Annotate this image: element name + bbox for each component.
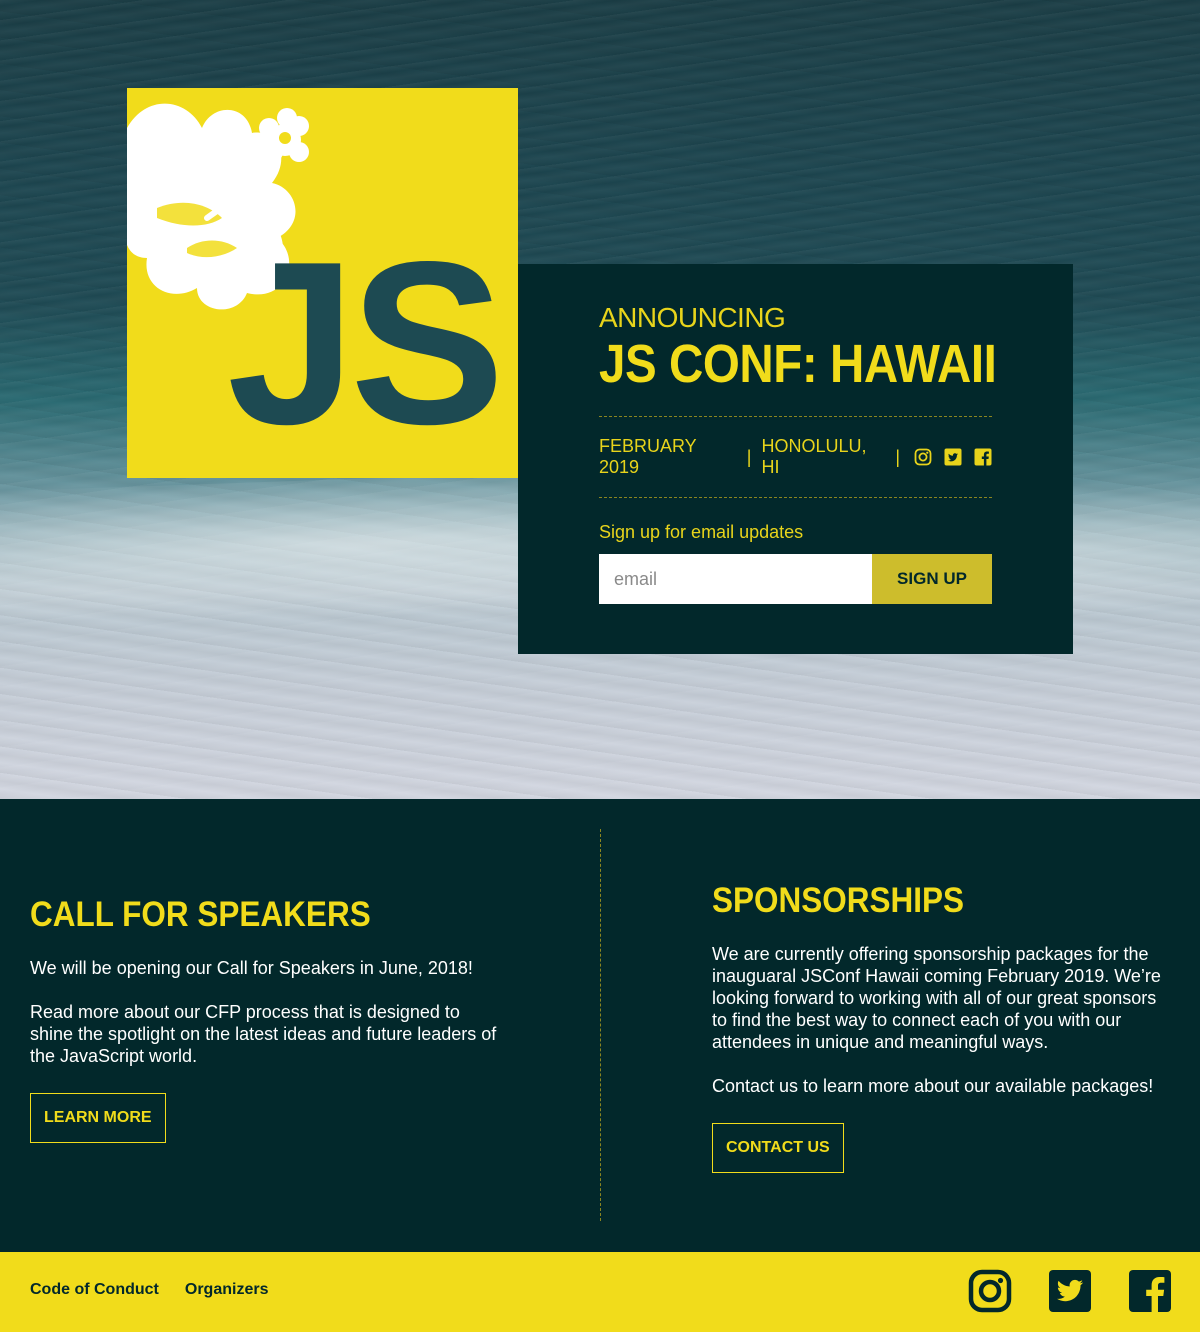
logo-js-letters: JS xyxy=(227,214,505,473)
facebook-icon[interactable] xyxy=(1128,1269,1172,1313)
jsconf-logo: JS xyxy=(127,88,518,478)
learn-more-button[interactable]: LEARN MORE xyxy=(30,1093,166,1143)
speakers-text-1: We will be opening our Call for Speakers… xyxy=(30,958,473,978)
twitter-icon[interactable] xyxy=(1048,1269,1092,1313)
organizers-link[interactable]: Organizers xyxy=(185,1281,269,1299)
instagram-icon[interactable] xyxy=(968,1269,1012,1313)
event-location: HONOLULU, HI xyxy=(761,436,867,477)
signup-form: SIGN UP xyxy=(599,554,992,604)
sponsorships-text-2: Contact us to learn more about our avail… xyxy=(712,1076,1154,1096)
signup-label: Sign up for email updates xyxy=(599,522,804,542)
twitter-icon[interactable] xyxy=(944,448,962,466)
email-input[interactable] xyxy=(599,554,872,604)
sponsorships-text-1: We are currently offering sponsorship pa… xyxy=(712,944,1161,1052)
speakers-text-2: Read more about our CFP process that is … xyxy=(30,1002,497,1066)
sign-up-button[interactable]: SIGN UP xyxy=(872,554,992,604)
announce-kicker: ANNOUNCING xyxy=(599,302,786,333)
call-for-speakers: CALL FOR SPEAKERS We will be opening our… xyxy=(30,895,500,1143)
meta-separator: | xyxy=(895,446,900,467)
contact-us-button[interactable]: CONTACT US xyxy=(712,1123,844,1173)
footer-nav: Code of Conduct Organizers xyxy=(30,1281,268,1299)
event-date: FEBRUARY 2019 xyxy=(599,436,697,477)
event-meta: FEBRUARY 2019 | HONOLULU, HI | xyxy=(599,417,992,497)
column-divider xyxy=(600,829,601,1221)
code-of-conduct-link[interactable]: Code of Conduct xyxy=(30,1281,159,1299)
hero-section: JS ANNOUNCING JS CONF: HAWAII FEBRUARY 2… xyxy=(0,0,1200,799)
meta-separator: | xyxy=(746,446,752,467)
instagram-icon[interactable] xyxy=(914,448,932,466)
divider xyxy=(599,497,992,498)
facebook-icon[interactable] xyxy=(974,448,992,466)
announcement-card: ANNOUNCING JS CONF: HAWAII FEBRUARY 2019… xyxy=(518,264,1073,654)
social-links xyxy=(914,448,992,466)
footer-social-links xyxy=(968,1269,1172,1313)
sponsorships-title: SPONSORSHIPS xyxy=(712,881,965,920)
info-section: CALL FOR SPEAKERS We will be opening our… xyxy=(0,799,1200,1252)
page-title: JS CONF: HAWAII xyxy=(599,334,997,394)
footer: Code of Conduct Organizers xyxy=(0,1252,1200,1332)
sponsorships: SPONSORSHIPS We are currently offering s… xyxy=(712,881,1172,1173)
speakers-title: CALL FOR SPEAKERS xyxy=(30,895,371,934)
